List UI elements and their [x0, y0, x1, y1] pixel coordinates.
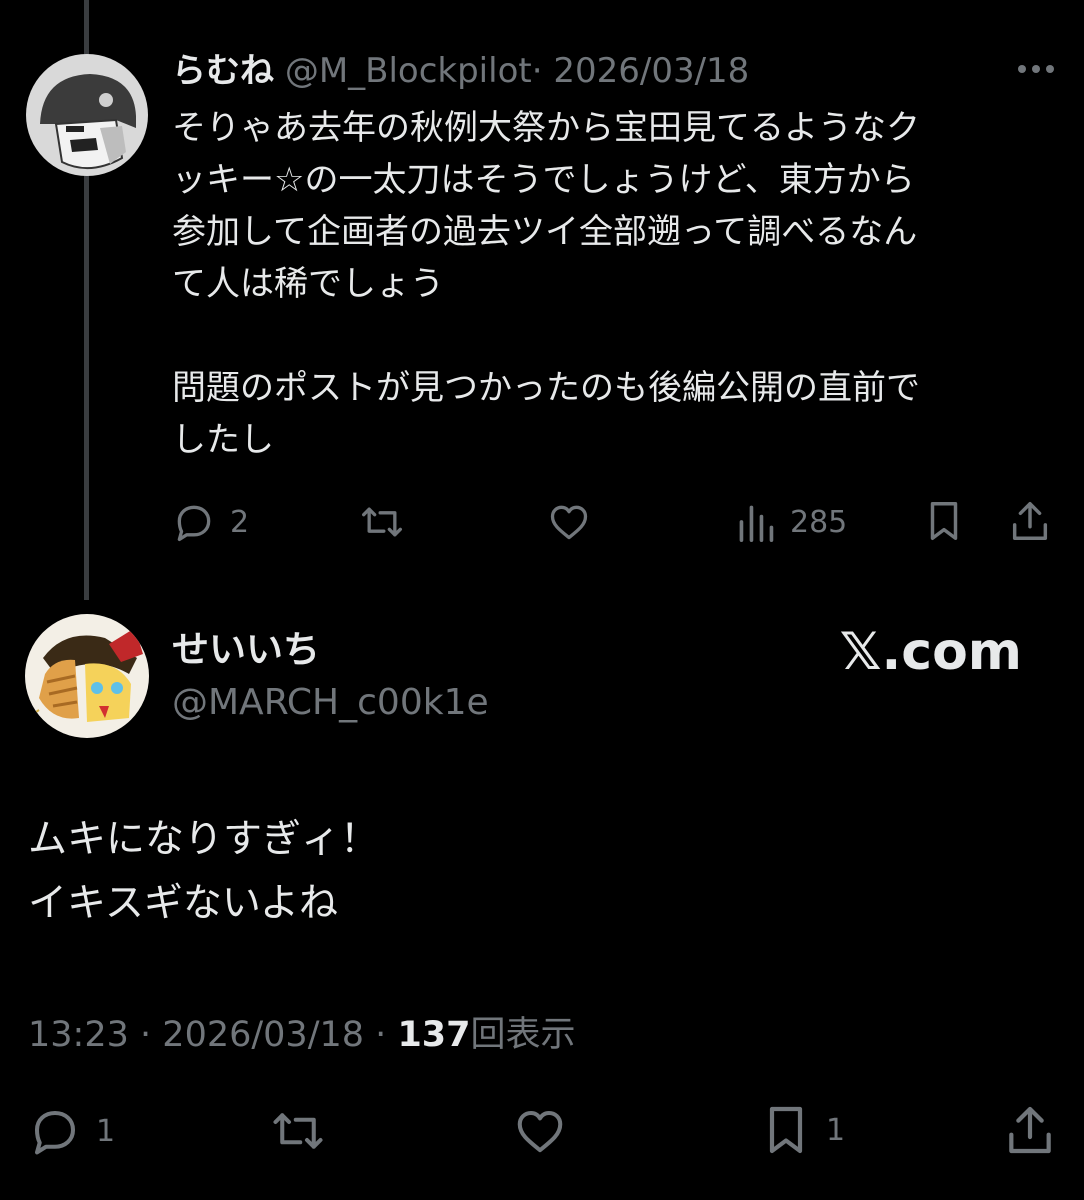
x-com-watermark: 𝕏.com [839, 622, 1022, 682]
retweet-icon [273, 1113, 323, 1149]
bookmark-button[interactable] [922, 498, 966, 544]
reply-text-line: 参加して企画者の過去ツイ全部遡って調べるなん [172, 212, 918, 252]
bookmark-button[interactable]: 1 [760, 1102, 845, 1158]
main-avatar[interactable] [25, 614, 149, 738]
like-button[interactable] [512, 1104, 568, 1158]
retweet-icon [362, 507, 402, 537]
share-icon [1009, 1106, 1051, 1154]
reply-action-bar: 2 285 [0, 494, 1084, 548]
reply-text: そりゃあ去年の秋例大祭から宝田見てるようなク ッキー☆の一太刀はそうでしょうけど… [172, 102, 1052, 466]
views-count: 285 [790, 504, 848, 540]
tweet-date[interactable]: 2026/03/18 [162, 1015, 364, 1055]
reply-text-line: て人は稀でしょう [172, 264, 444, 304]
reply-text-line: ッキー☆の一太刀はそうでしょうけど、東方から [172, 160, 915, 200]
retweet-button[interactable] [268, 1104, 328, 1158]
reply-avatar[interactable] [26, 54, 148, 176]
bookmark-icon [769, 1106, 803, 1154]
share-icon [1012, 502, 1048, 540]
reply-date[interactable]: 2026/03/18 [553, 51, 749, 91]
reply-count: 1 [96, 1113, 116, 1149]
main-display-name[interactable]: せいいち [172, 624, 320, 676]
like-icon [550, 505, 588, 540]
meta-separator: · [140, 1015, 152, 1055]
bookmark-count: 1 [826, 1112, 846, 1148]
like-icon [517, 1110, 563, 1153]
share-button[interactable] [1004, 1102, 1056, 1158]
reply-text-line: そりゃあ去年の秋例大祭から宝田見てるようなク [172, 108, 920, 148]
reply-button[interactable]: 1 [28, 1104, 115, 1158]
reply-separator: · [531, 51, 543, 91]
bookmark-icon [930, 502, 958, 540]
reply-count: 2 [230, 504, 250, 540]
view-count[interactable]: 137 [397, 1015, 470, 1055]
reply-icon [34, 1110, 76, 1155]
tweet-time[interactable]: 13:23 [28, 1015, 129, 1055]
main-text-line: ムキになりすぎィ！ [28, 817, 380, 862]
reply-icon [177, 505, 211, 542]
reply-handle[interactable]: @M_Blockpilot [285, 51, 532, 91]
retweet-button[interactable] [358, 500, 406, 544]
reply-text-line: したし [172, 420, 274, 460]
main-handle[interactable]: @MARCH_c00k1e [172, 678, 489, 728]
tweet-meta: 13:23 · 2026/03/18 · 137回表示 [28, 1008, 576, 1062]
reply-header: らむね @M_Blockpilot· 2026/03/18 [172, 46, 749, 96]
reply-button[interactable]: 2 [172, 500, 249, 544]
main-action-bar: 1 1 [0, 1100, 1084, 1160]
share-button[interactable] [1008, 498, 1052, 544]
views-icon [739, 505, 774, 543]
main-text: ムキになりすぎィ！ イキスギないよね [28, 808, 379, 936]
like-button[interactable] [546, 500, 592, 544]
main-text-line: イキスギないよね [28, 881, 339, 926]
meta-separator: · [375, 1015, 387, 1055]
views-button[interactable]: 285 [736, 500, 847, 544]
more-icon[interactable] [1016, 60, 1056, 79]
reply-display-name[interactable]: らむね [172, 51, 274, 91]
reply-text-line: 問題のポストが見つかったのも後編公開の直前で [172, 368, 920, 408]
view-label: 回表示 [470, 1015, 576, 1055]
